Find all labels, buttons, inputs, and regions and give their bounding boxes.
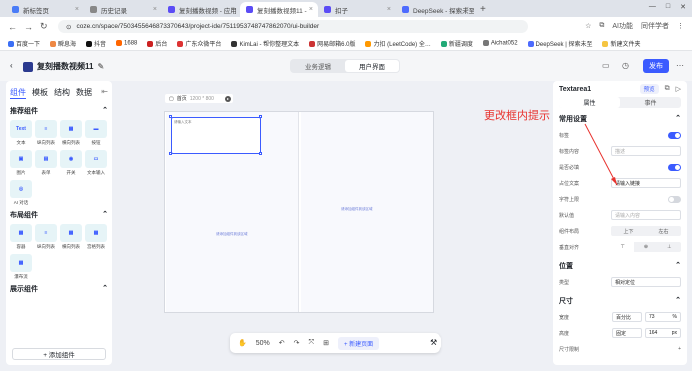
annotation-arrow-icon — [584, 123, 618, 186]
